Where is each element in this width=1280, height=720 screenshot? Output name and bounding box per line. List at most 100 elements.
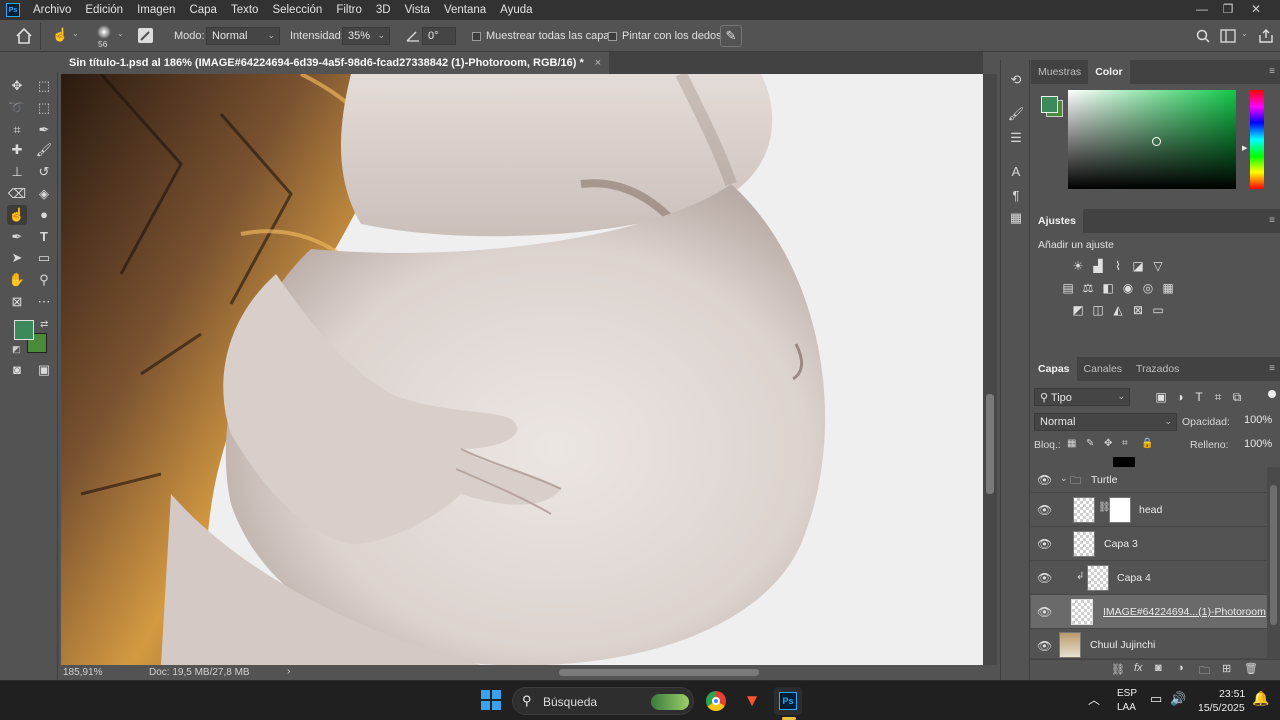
menu-3d[interactable]: 3D <box>369 0 398 20</box>
chrome-icon[interactable] <box>702 687 730 715</box>
new-group-icon[interactable]: 🗀 <box>1199 662 1210 681</box>
menu-texto[interactable]: Texto <box>224 0 266 20</box>
workspace-icon[interactable] <box>1220 29 1236 43</box>
search-icon[interactable] <box>1196 29 1210 43</box>
add-mask-icon[interactable]: ◙ <box>1155 662 1162 674</box>
windows-start-icon[interactable] <box>481 690 501 710</box>
lock-artboard-icon[interactable]: ⌗ <box>1122 438 1128 449</box>
tab-muestras[interactable]: Muestras <box>1031 60 1088 84</box>
layer-row-capa-4[interactable]: 👁 ↲ Capa 4 <box>1031 561 1267 595</box>
mode-select[interactable]: Normal ⌄ <box>206 27 280 45</box>
layers-scrollbar-thumb[interactable] <box>1270 485 1277 625</box>
brightness-contrast-icon[interactable]: ☀ <box>1070 258 1086 274</box>
layer-row-head[interactable]: 👁 ⛓ head <box>1031 493 1267 527</box>
vertical-scrollbar-thumb[interactable] <box>986 394 994 494</box>
menu-ayuda[interactable]: Ayuda <box>493 0 539 20</box>
document-canvas[interactable] <box>61 74 983 665</box>
sample-all-layers-checkbox[interactable] <box>472 32 481 41</box>
link-layers-icon[interactable]: ⛓ <box>1111 663 1125 676</box>
layer-row-turtle-group[interactable]: 👁 ⌄ 🗀 Turtle <box>1031 467 1267 493</box>
menu-seleccion[interactable]: Selección <box>265 0 329 20</box>
tab-trazados[interactable]: Trazados <box>1129 357 1186 381</box>
workspace-caret-icon[interactable]: ⌄ <box>1241 29 1248 38</box>
lock-position-icon[interactable]: ✥ <box>1104 438 1112 449</box>
new-layer-icon[interactable]: ⊞ <box>1222 662 1231 675</box>
filter-type-icon[interactable]: T <box>1191 389 1207 405</box>
zoom-level[interactable]: 185,91% <box>63 667 102 678</box>
close-tab-icon[interactable]: × <box>595 57 601 69</box>
threshold-icon[interactable]: ◭ <box>1110 302 1126 318</box>
share-icon[interactable] <box>1258 28 1274 44</box>
network-icon[interactable]: ▭ <box>1150 691 1162 707</box>
invert-icon[interactable]: ◩ <box>1070 302 1086 318</box>
close-window-button[interactable]: ✕ <box>1244 0 1268 20</box>
finger-painting-checkbox[interactable] <box>608 32 617 41</box>
photoshop-taskbar-icon[interactable]: Ps <box>774 687 802 715</box>
brush-settings-panel-icon[interactable]: 🖌 <box>1006 104 1026 124</box>
quick-mask-icon[interactable]: ◙ <box>7 360 27 380</box>
menu-filtro[interactable]: Filtro <box>329 0 369 20</box>
move-tool-icon[interactable]: ✥ <box>7 76 27 96</box>
brush-settings-icon[interactable] <box>138 28 153 43</box>
tab-ajustes[interactable]: Ajustes <box>1031 209 1083 233</box>
layer-style-fx-icon[interactable]: fx <box>1134 662 1143 674</box>
hue-slider[interactable] <box>1250 90 1264 189</box>
lock-transparent-icon[interactable]: ▦ <box>1067 438 1076 449</box>
zoom-tool-icon[interactable]: ⚲ <box>34 270 54 290</box>
status-menu-arrow-icon[interactable]: › <box>287 666 290 677</box>
intensity-input[interactable]: 35% ⌄ <box>342 27 390 45</box>
rectangle-tool-icon[interactable]: ▭ <box>34 248 54 268</box>
libraries-panel-icon[interactable]: ▦ <box>1006 208 1026 228</box>
paragraph-panel-icon[interactable]: ¶ <box>1006 186 1026 206</box>
horizontal-scrollbar-thumb[interactable] <box>559 669 759 676</box>
eyedropper-tool-icon[interactable]: ✒ <box>34 120 54 140</box>
default-colors-icon[interactable]: ◩ <box>12 344 21 355</box>
color-picker-cursor[interactable] <box>1152 137 1161 146</box>
color-lookup-icon[interactable]: ▦ <box>1160 280 1176 296</box>
hue-slider-marker-icon[interactable]: ▶ <box>1242 144 1247 152</box>
frame-tool-icon[interactable]: ⊠ <box>7 292 27 312</box>
menu-ventana[interactable]: Ventana <box>437 0 493 20</box>
delete-layer-icon[interactable]: 🗑 <box>1244 662 1258 675</box>
curves-icon[interactable]: ⌇ <box>1110 258 1126 274</box>
panel-menu-icon[interactable]: ≡ <box>1269 215 1275 226</box>
visibility-eye-icon[interactable]: 👁 <box>1037 537 1052 551</box>
fill-input[interactable]: 100% <box>1242 436 1276 454</box>
group-expand-chevron-icon[interactable]: ⌄ <box>1060 473 1068 484</box>
tab-color[interactable]: Color <box>1088 60 1130 84</box>
brush-tip-icon[interactable] <box>97 25 111 39</box>
volume-icon[interactable]: 🔊 <box>1170 691 1186 707</box>
character-panel-icon[interactable]: A <box>1006 162 1026 182</box>
document-tab[interactable]: Sin título-1.psd al 186% (IMAGE#64224694… <box>61 52 610 74</box>
layers-scrollbar[interactable] <box>1267 467 1280 659</box>
panel-menu-icon[interactable]: ≡ <box>1269 363 1275 374</box>
vertical-scrollbar[interactable] <box>983 74 997 665</box>
brush-tool-icon[interactable]: 🖌 <box>34 140 54 160</box>
visibility-eye-icon[interactable]: 👁 <box>1037 473 1052 487</box>
language-line2[interactable]: LAA <box>1117 702 1136 713</box>
clone-stamp-tool-icon[interactable]: ⊥ <box>7 162 27 182</box>
healing-brush-tool-icon[interactable]: ✚ <box>7 140 27 160</box>
menu-vista[interactable]: Vista <box>398 0 437 20</box>
menu-capa[interactable]: Capa <box>182 0 224 20</box>
opacity-input[interactable]: 100% <box>1242 412 1276 430</box>
lock-all-icon[interactable]: 🔒 <box>1141 438 1153 449</box>
clock-time[interactable]: 23:51 <box>1219 688 1245 700</box>
fg-color-swatch[interactable] <box>1041 96 1058 113</box>
clock-date[interactable]: 15/5/2025 <box>1198 702 1245 714</box>
channel-mixer-icon[interactable]: ◎ <box>1140 280 1156 296</box>
menu-archivo[interactable]: Archivo <box>26 0 78 20</box>
dodge-tool-icon[interactable]: ● <box>34 205 54 225</box>
type-tool-icon[interactable]: T <box>34 227 54 247</box>
brave-icon[interactable]: ▼ <box>738 687 766 715</box>
brush-picker-caret-icon[interactable]: ⌄ <box>117 29 124 38</box>
posterize-icon[interactable]: ◫ <box>1090 302 1106 318</box>
exposure-icon[interactable]: ◪ <box>1130 258 1146 274</box>
hand-tool-icon[interactable]: ✋ <box>7 270 27 290</box>
visibility-eye-icon[interactable]: 👁 <box>1037 605 1052 619</box>
taskbar-search[interactable]: ⚲ Búsqueda <box>512 687 694 715</box>
blend-mode-select[interactable]: Normal ⌄ <box>1034 413 1177 431</box>
filter-shape-icon[interactable]: ⌗ <box>1210 389 1226 405</box>
tab-canales[interactable]: Canales <box>1077 357 1130 381</box>
more-tools-icon[interactable]: ⋯ <box>34 292 54 312</box>
